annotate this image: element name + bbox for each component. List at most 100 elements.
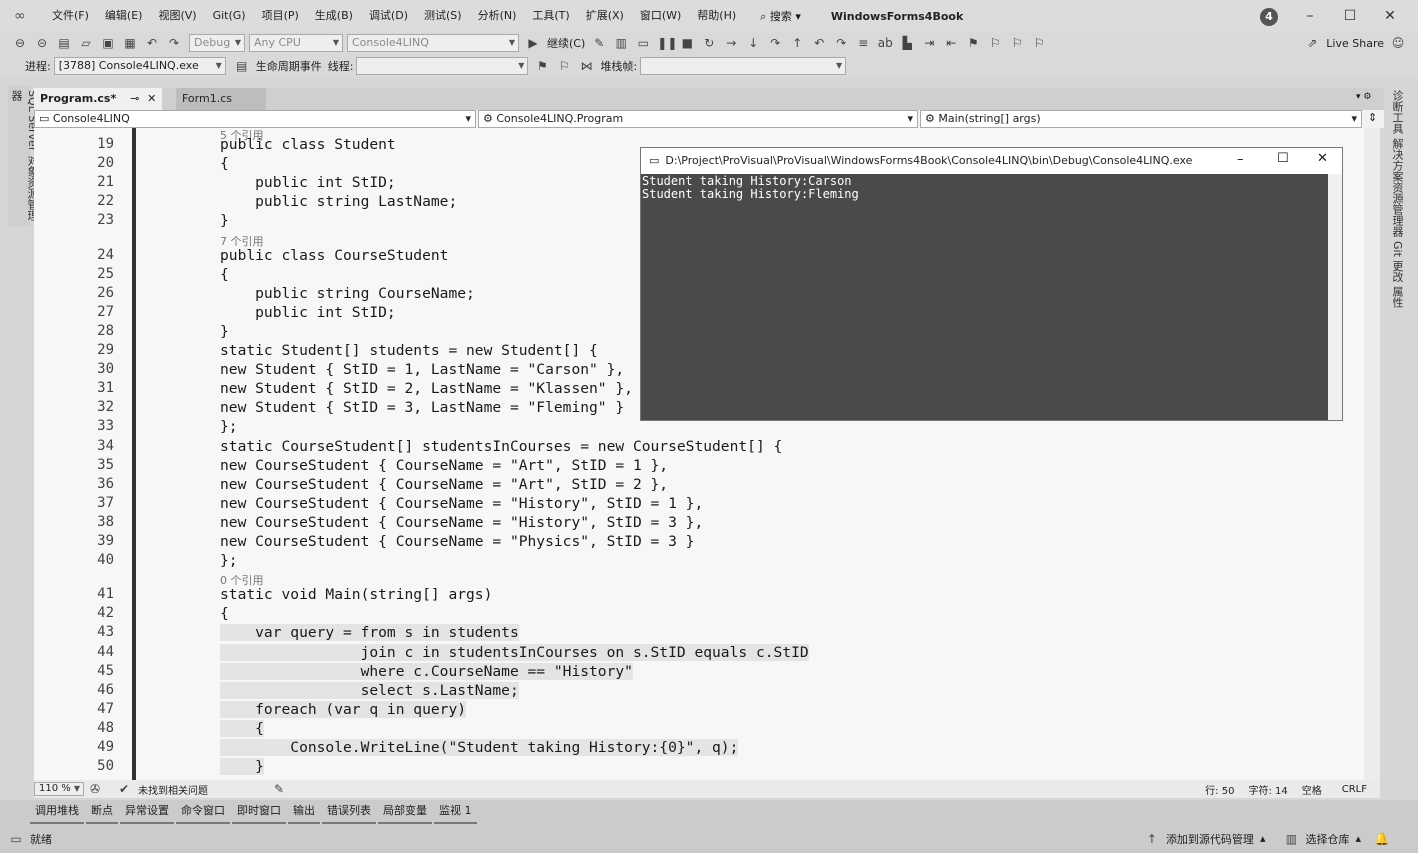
menu-file[interactable]: 文件(F) (44, 0, 97, 32)
close-button[interactable]: ✕ (1370, 0, 1410, 32)
code-line[interactable]: foreach (var q in query) (220, 700, 467, 718)
code-line[interactable]: public string CourseName; (220, 285, 475, 302)
tab-watch-1[interactable]: 监视 1 (434, 800, 477, 824)
tab-breakpoints[interactable]: 断点 (86, 800, 118, 824)
code-line[interactable]: where c.CourseName == "History" (220, 662, 633, 680)
code-line[interactable]: select s.LastName; (220, 681, 519, 699)
add-to-source-control-button[interactable]: ↑ 添加到源代码管理 ▴ (1141, 831, 1269, 847)
hot-reload-icon[interactable]: ✎ (591, 35, 607, 51)
diagnostic-tools-tab[interactable]: 诊断工具 (1389, 90, 1405, 134)
code-line[interactable]: Console.WriteLine("Student taking Histor… (220, 739, 739, 756)
console-window[interactable]: ▭ D:\Project\ProVisual\ProVisual\Windows… (640, 147, 1343, 421)
zoom-select[interactable]: 110 % ▼ (34, 782, 84, 796)
undo-nav-icon[interactable]: ↶ (811, 35, 827, 51)
feedback-icon[interactable]: ☺ (1390, 35, 1406, 51)
indent-icon[interactable]: ⇥ (921, 35, 937, 51)
console-scrollbar[interactable] (1328, 174, 1342, 420)
whitespace-indicator[interactable]: 空格 (1299, 782, 1325, 797)
configuration-select[interactable]: Debug ▼ (189, 34, 245, 52)
clear-bookmarks-icon[interactable]: ⚐ (1031, 35, 1047, 51)
code-line[interactable]: new CourseStudent { CourseName = "Histor… (220, 495, 703, 512)
continue-button[interactable]: 继续(C) (544, 35, 588, 51)
diagnostics-icon[interactable]: ▥ (613, 35, 629, 51)
step-out-icon[interactable]: ↑ (789, 35, 805, 51)
console-minimize-button[interactable]: – (1237, 152, 1244, 167)
console-close-button[interactable]: ✕ (1317, 151, 1328, 166)
menu-debug[interactable]: 调试(D) (361, 0, 416, 32)
next-bookmark-icon[interactable]: ⚐ (1009, 35, 1025, 51)
outdent-icon[interactable]: ⇤ (943, 35, 959, 51)
code-line[interactable]: } (220, 323, 229, 340)
minimize-button[interactable]: – (1290, 0, 1330, 32)
restart-icon[interactable]: ↻ (701, 35, 717, 51)
thread-select[interactable]: ▼ (356, 57, 529, 75)
code-line[interactable]: new CourseStudent { CourseName = "Physic… (220, 533, 694, 550)
code-line[interactable]: public class CourseStudent (220, 247, 448, 264)
tab-form1-cs[interactable]: Form1.cs (176, 88, 266, 110)
platform-select[interactable]: Any CPU ▼ (249, 34, 343, 52)
code-line[interactable]: new CourseStudent { CourseName = "Histor… (220, 514, 703, 531)
solution-explorer-tab[interactable]: 解决方案资源管理器 (1389, 138, 1405, 237)
new-project-icon[interactable]: ▤ (56, 35, 72, 51)
menu-help[interactable]: 帮助(H) (689, 0, 744, 32)
menu-window[interactable]: 窗口(W) (632, 0, 689, 32)
show-next-statement-icon[interactable]: → (723, 35, 739, 51)
project-nav-dropdown[interactable]: ▭ Console4LINQ ▾ (34, 110, 476, 128)
code-line[interactable]: public string LastName; (220, 193, 457, 210)
cleanup-icon[interactable]: ✎ (271, 781, 287, 797)
tab-output[interactable]: 输出 (288, 800, 320, 824)
maximize-button[interactable]: ☐ (1330, 0, 1370, 32)
pause-icon[interactable]: ❚❚ (657, 35, 677, 51)
code-line[interactable]: { (220, 266, 229, 283)
stack-frame-select[interactable]: ▼ (640, 57, 847, 75)
tab-program-cs[interactable]: Program.cs* ⊸ ✕ (34, 88, 163, 110)
menu-analyze[interactable]: 分析(N) (470, 0, 525, 32)
code-line[interactable]: { (220, 719, 264, 737)
notifications-icon[interactable]: 🔔 (1374, 831, 1390, 847)
code-line[interactable]: new CourseStudent { CourseName = "Art", … (220, 476, 668, 493)
split-icon[interactable]: ⇕ (1368, 111, 1377, 124)
tab-command-window[interactable]: 命令窗口 (176, 800, 230, 824)
save-all-icon[interactable]: ▦ (122, 35, 138, 51)
code-line[interactable]: public int StID; (220, 304, 396, 321)
forward-icon[interactable]: ⊝ (34, 35, 50, 51)
code-line[interactable]: }; (220, 552, 238, 569)
properties-tab[interactable]: 属性 (1389, 286, 1405, 308)
code-line[interactable]: static CourseStudent[] studentsInCourses… (220, 438, 782, 455)
member-nav-dropdown[interactable]: ⚙ Main(string[] args) ▾ (920, 110, 1362, 128)
eol-indicator[interactable]: CRLF (1339, 784, 1370, 795)
step-over-icon[interactable]: ↷ (767, 35, 783, 51)
code-line[interactable]: } (220, 212, 229, 229)
open-file-icon[interactable]: ▱ (78, 35, 94, 51)
menu-extensions[interactable]: 扩展(X) (578, 0, 632, 32)
redo-nav-icon[interactable]: ↷ (833, 35, 849, 51)
process-select[interactable]: [3788] Console4LINQ.exe ▼ (53, 57, 226, 75)
menu-edit[interactable]: 编辑(E) (97, 0, 151, 32)
select-repository-button[interactable]: ▥ 选择仓库 ▴ (1280, 831, 1364, 847)
step-into-icon[interactable]: ↓ (745, 35, 761, 51)
menu-test[interactable]: 测试(S) (416, 0, 470, 32)
code-line[interactable]: var query = from s in students (220, 624, 519, 642)
tab-list-dropdown-icon[interactable]: ▾ ⚙ (1356, 92, 1371, 102)
code-line[interactable]: } (220, 758, 264, 776)
notification-badge[interactable]: 4 (1260, 8, 1278, 26)
lifecycle-events-button[interactable]: 生命周期事件 (253, 58, 325, 74)
tab-locals[interactable]: 局部变量 (378, 800, 432, 824)
search-button[interactable]: ⌕ 搜索 ▾ (750, 8, 811, 24)
tab-immediate-window[interactable]: 即时窗口 (232, 800, 286, 824)
menu-git[interactable]: Git(G) (205, 0, 254, 32)
health-icon[interactable]: ✇ (87, 781, 103, 797)
editor-vertical-scrollbar[interactable] (1364, 128, 1380, 780)
tab-exception-settings[interactable]: 异常设置 (120, 800, 174, 824)
bookmark-icon[interactable]: ⚑ (965, 35, 981, 51)
show-threads-icon[interactable]: ⋈ (578, 58, 594, 74)
flag-threads-icon[interactable]: ⚐ (556, 58, 572, 74)
code-line[interactable]: new Student { StID = 1, LastName = "Cars… (220, 361, 624, 378)
frame-icon[interactable]: ▭ (635, 35, 651, 51)
flag-icon[interactable]: ⚑ (534, 58, 550, 74)
code-line[interactable]: { (220, 605, 229, 622)
undo-icon[interactable]: ↶ (144, 35, 160, 51)
prev-bookmark-icon[interactable]: ⚐ (987, 35, 1003, 51)
stop-icon[interactable]: ■ (679, 35, 695, 51)
code-line[interactable]: new Student { StID = 3, LastName = "Flem… (220, 399, 624, 416)
